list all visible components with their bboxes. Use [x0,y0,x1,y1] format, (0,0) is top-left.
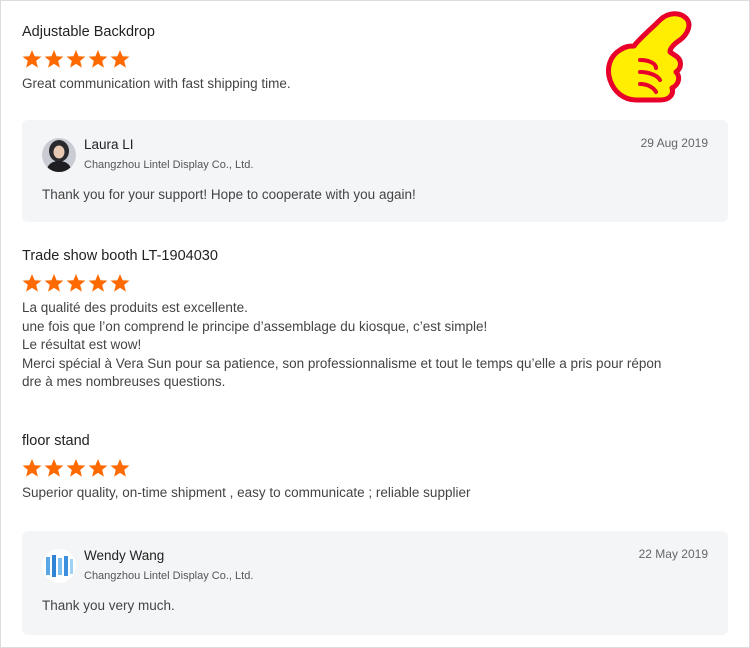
reply-author-name: Wendy Wang [84,548,165,563]
comment-line: Superior quality, on-time shipment , eas… [22,485,471,500]
star-icon [22,459,42,477]
star-rating [22,458,722,478]
reply-text: Thank you very much. [42,598,175,613]
star-icon [66,50,86,68]
comment-line: La qualité des produits est excellente. [22,300,248,315]
star-icon [88,274,108,292]
thumbs-up-icon [600,8,698,106]
supplier-reply: Wendy Wang Changzhou Lintel Display Co.,… [22,531,728,635]
product-title: Trade show booth LT-1904030 [22,248,218,264]
review-comment: Superior quality, on-time shipment , eas… [22,484,722,503]
star-icon [110,50,130,68]
product-title: floor stand [22,433,90,449]
star-icon [110,459,130,477]
avatar [42,549,76,583]
avatar [42,138,76,172]
star-icon [22,50,42,68]
comment-line: dre à mes nombreuses questions. [22,374,226,389]
reply-date: 29 Aug 2019 [640,136,708,150]
reply-date: 22 May 2019 [638,547,708,561]
reply-company: Changzhou Lintel Display Co., Ltd. [84,159,254,171]
reply-text: Thank you for your support! Hope to coop… [42,187,416,202]
star-icon [22,274,42,292]
comment-line: Merci spécial à Vera Sun pour sa patienc… [22,355,662,371]
star-icon [66,274,86,292]
star-rating [22,273,722,293]
review-item: floor stand Superior quality, on-time sh… [22,433,722,503]
reply-company: Changzhou Lintel Display Co., Ltd. [84,570,254,582]
reply-author-name: Laura LI [84,137,134,152]
star-icon [44,459,64,477]
review-item: Trade show booth LT-1904030 La qualité d… [22,248,722,392]
star-icon [44,274,64,292]
comment-line: une fois que l’on comprend le principe d… [22,318,488,334]
star-icon [88,50,108,68]
star-icon [88,459,108,477]
review-comment: La qualité des produits est excellente. … [22,299,722,392]
star-icon [66,459,86,477]
supplier-reply: Laura LI Changzhou Lintel Display Co., L… [22,120,728,222]
comment-line: Le résultat est wow! [22,337,142,352]
star-icon [44,50,64,68]
star-icon [110,274,130,292]
